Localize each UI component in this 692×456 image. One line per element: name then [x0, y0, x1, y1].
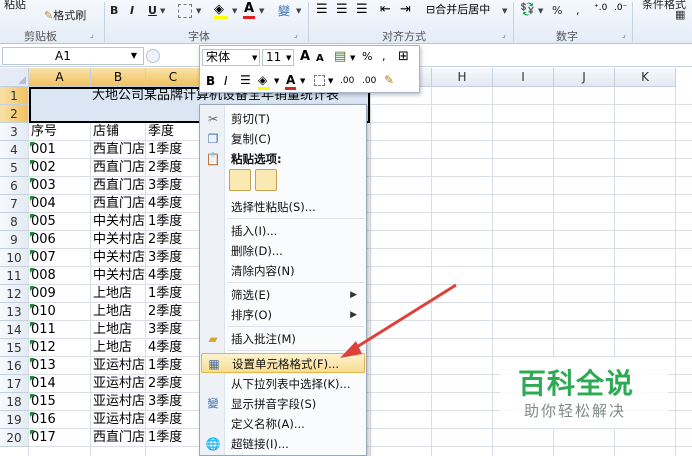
arrow-head [340, 341, 362, 358]
arrow-shaft [351, 283, 457, 352]
watermark-subtitle: 助你轻松解决 [524, 402, 627, 420]
watermark-title: 百科全说 [518, 367, 635, 400]
watermark: 百科全说 助你轻松解决 [500, 358, 668, 428]
